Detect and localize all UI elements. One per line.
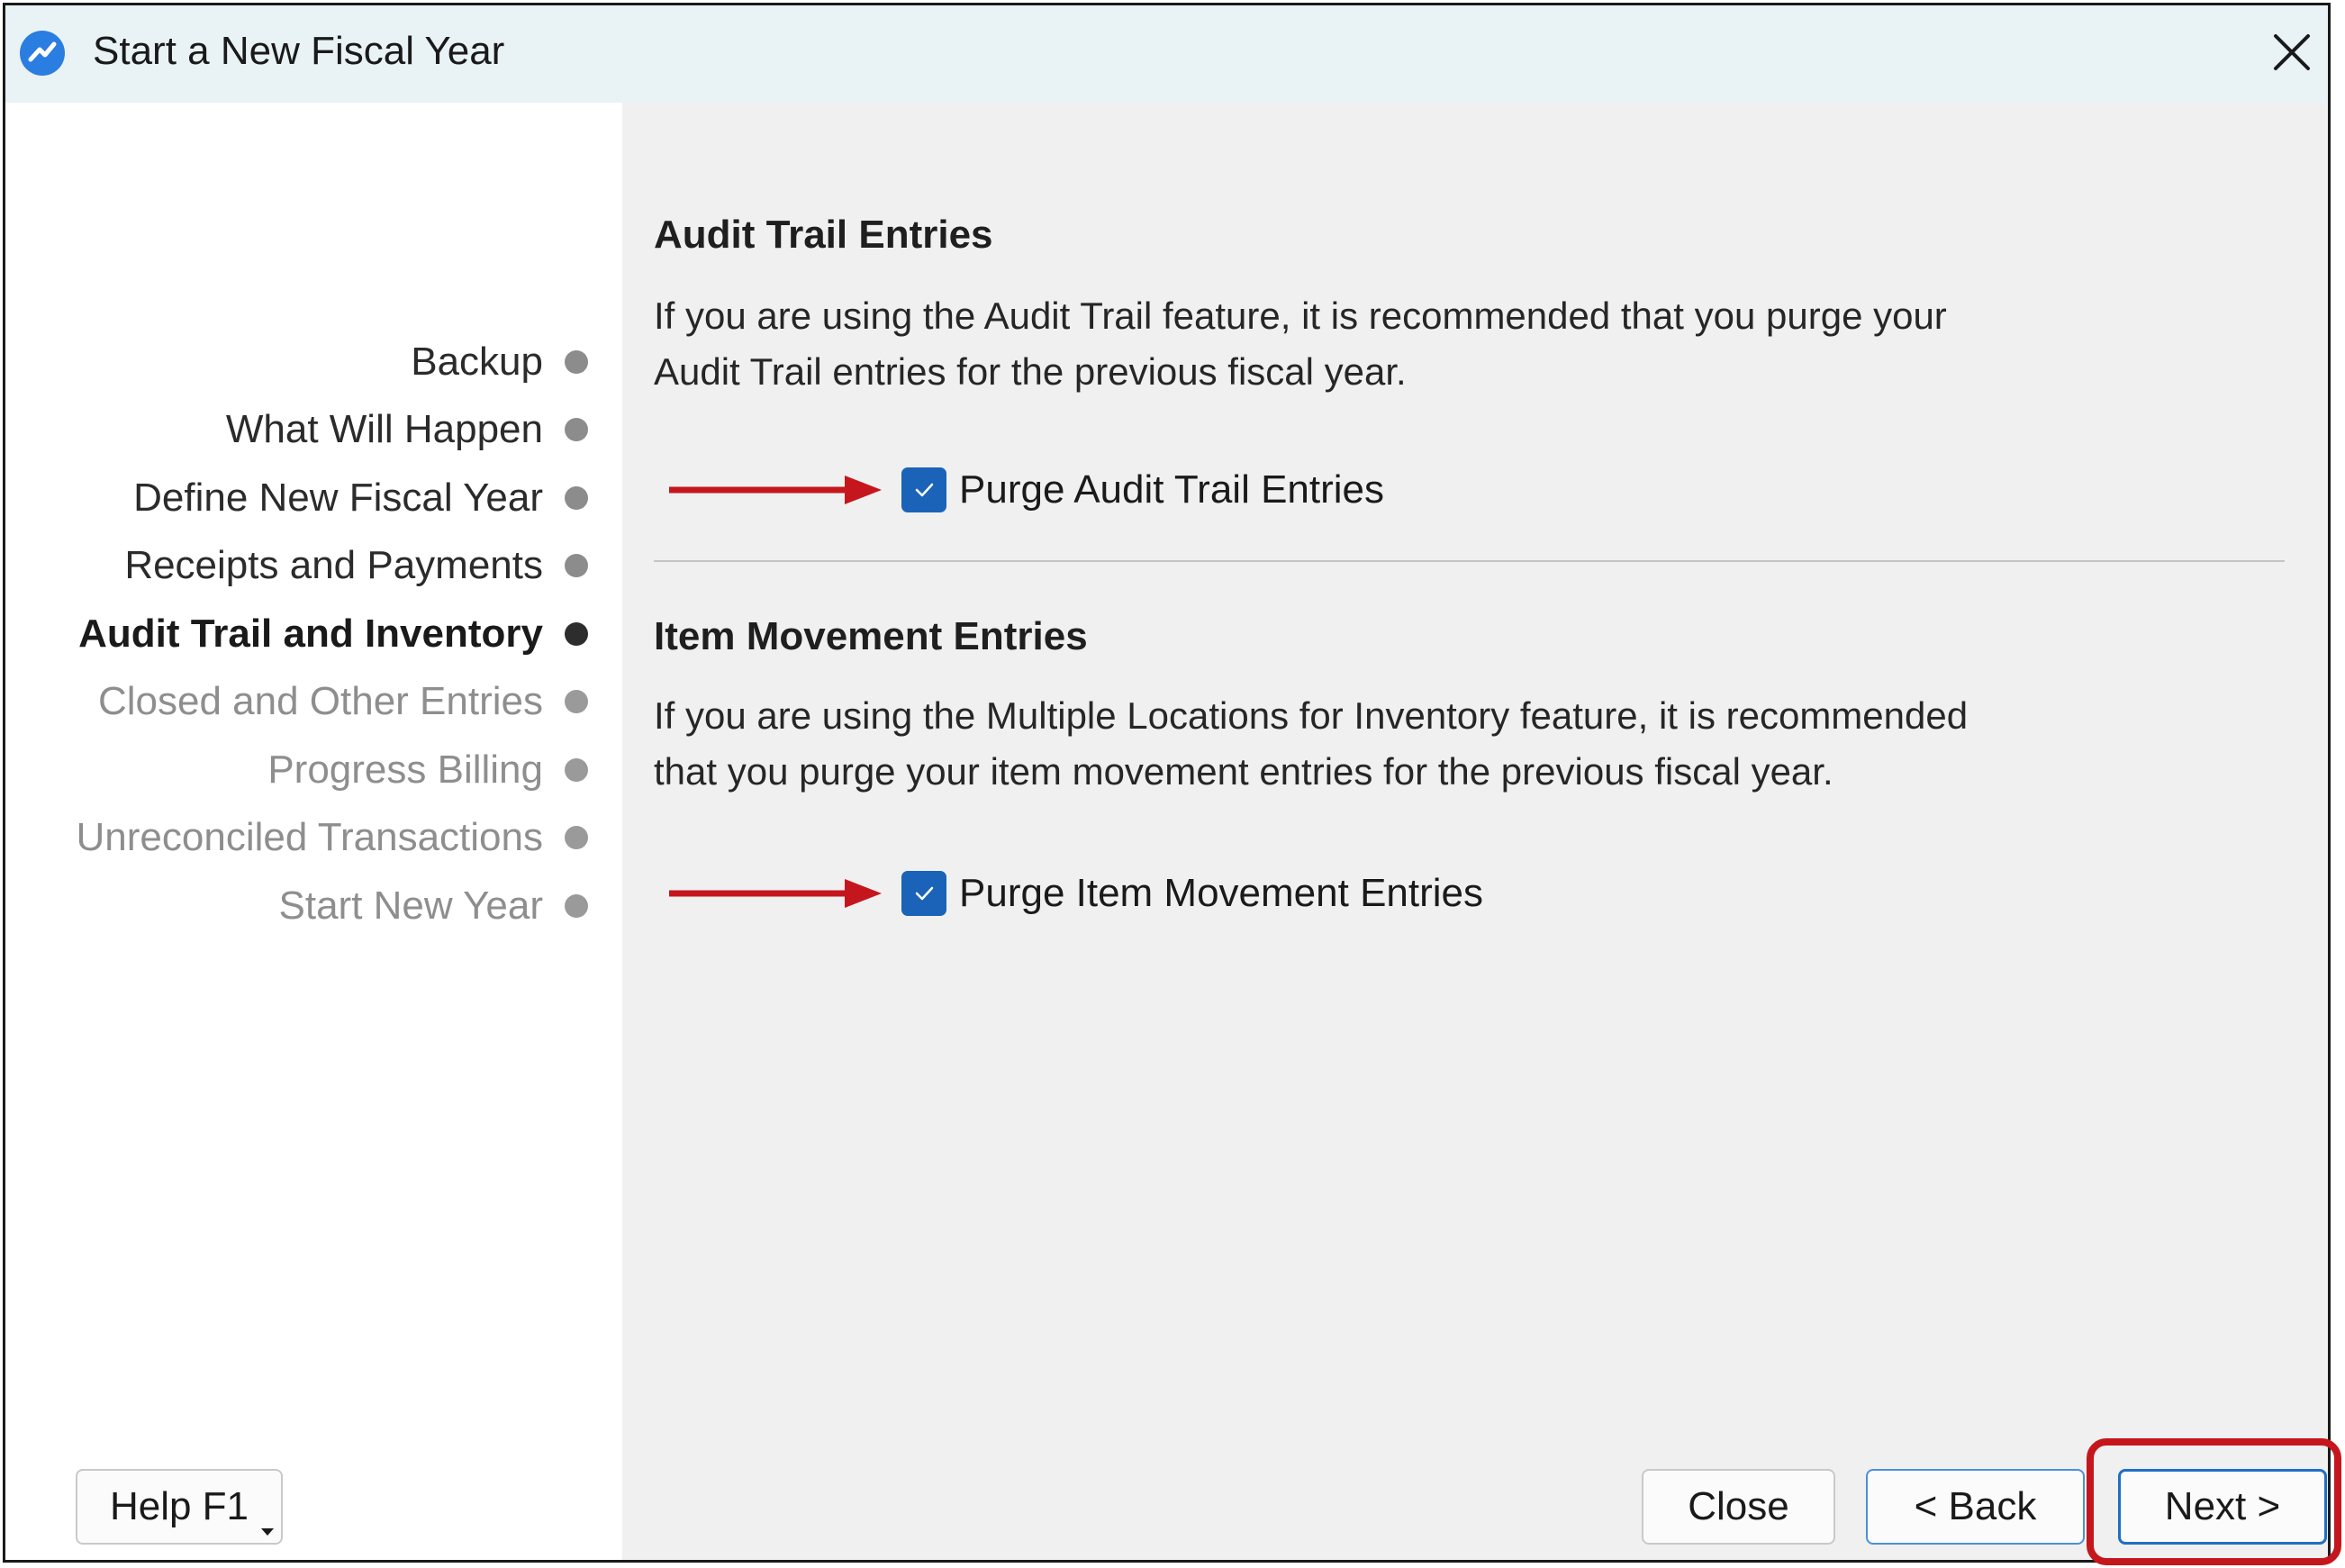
title-bar: Start a New Fiscal Year xyxy=(5,5,2328,103)
chevron-down-icon xyxy=(261,1528,274,1536)
purge-item-movement-checkbox[interactable]: Purge Item Movement Entries xyxy=(901,871,1483,916)
purge-audit-trail-label: Purge Audit Trail Entries xyxy=(959,467,1385,512)
step-backup: Backup xyxy=(77,328,588,396)
step-dot-icon xyxy=(565,485,588,510)
annotation-arrow-icon xyxy=(669,879,882,908)
step-dot-icon xyxy=(565,893,588,918)
step-progress-billing: Progress Billing xyxy=(77,736,588,804)
step-dot-icon xyxy=(565,757,588,782)
section-divider xyxy=(654,560,2285,562)
wizard-content: Audit Trail Entries If you are using the… xyxy=(622,103,2328,1560)
checkmark-icon xyxy=(915,886,934,901)
checkbox-checked[interactable] xyxy=(901,871,946,916)
step-dot-icon xyxy=(565,349,588,374)
step-start-new-year: Start New Year xyxy=(77,872,588,940)
step-unreconciled-transactions: Unreconciled Transactions xyxy=(77,804,588,873)
wizard-steps-sidebar: Backup What Will Happen Define New Fisca… xyxy=(5,103,622,1560)
checkmark-icon xyxy=(915,483,934,497)
audit-trail-heading: Audit Trail Entries xyxy=(654,213,993,257)
step-dot-icon xyxy=(565,554,588,578)
window-title: Start a New Fiscal Year xyxy=(93,29,505,73)
step-dot-icon xyxy=(565,690,588,714)
close-icon[interactable] xyxy=(2265,25,2319,79)
step-define-new-fiscal-year: Define New Fiscal Year xyxy=(77,464,588,532)
dialog-window: Start a New Fiscal Year Backup What Will… xyxy=(3,3,2331,1563)
step-list: Backup What Will Happen Define New Fisca… xyxy=(77,328,588,940)
item-movement-heading: Item Movement Entries xyxy=(654,614,1088,658)
step-receipts-and-payments: Receipts and Payments xyxy=(77,532,588,601)
app-logo-icon xyxy=(20,31,65,76)
purge-audit-trail-checkbox[interactable]: Purge Audit Trail Entries xyxy=(901,467,1384,512)
step-dot-icon xyxy=(565,621,588,646)
close-button[interactable]: Close xyxy=(1642,1469,1835,1545)
back-button[interactable]: < Back xyxy=(1866,1469,2085,1545)
item-movement-description: If you are using the Multiple Locations … xyxy=(654,694,1969,793)
next-button[interactable]: Next > xyxy=(2118,1469,2327,1545)
annotation-arrow-icon xyxy=(669,476,882,504)
checkbox-checked[interactable] xyxy=(901,467,946,512)
audit-trail-description: If you are using the Audit Trail feature… xyxy=(654,295,1947,393)
purge-item-movement-label: Purge Item Movement Entries xyxy=(959,871,1484,915)
step-closed-and-other-entries: Closed and Other Entries xyxy=(77,668,588,737)
help-button[interactable]: Help F1 xyxy=(76,1469,283,1545)
step-audit-trail-and-inventory: Audit Trail and Inventory xyxy=(77,600,588,668)
step-dot-icon xyxy=(565,826,588,850)
step-what-will-happen: What Will Happen xyxy=(77,396,588,465)
step-dot-icon xyxy=(565,418,588,442)
